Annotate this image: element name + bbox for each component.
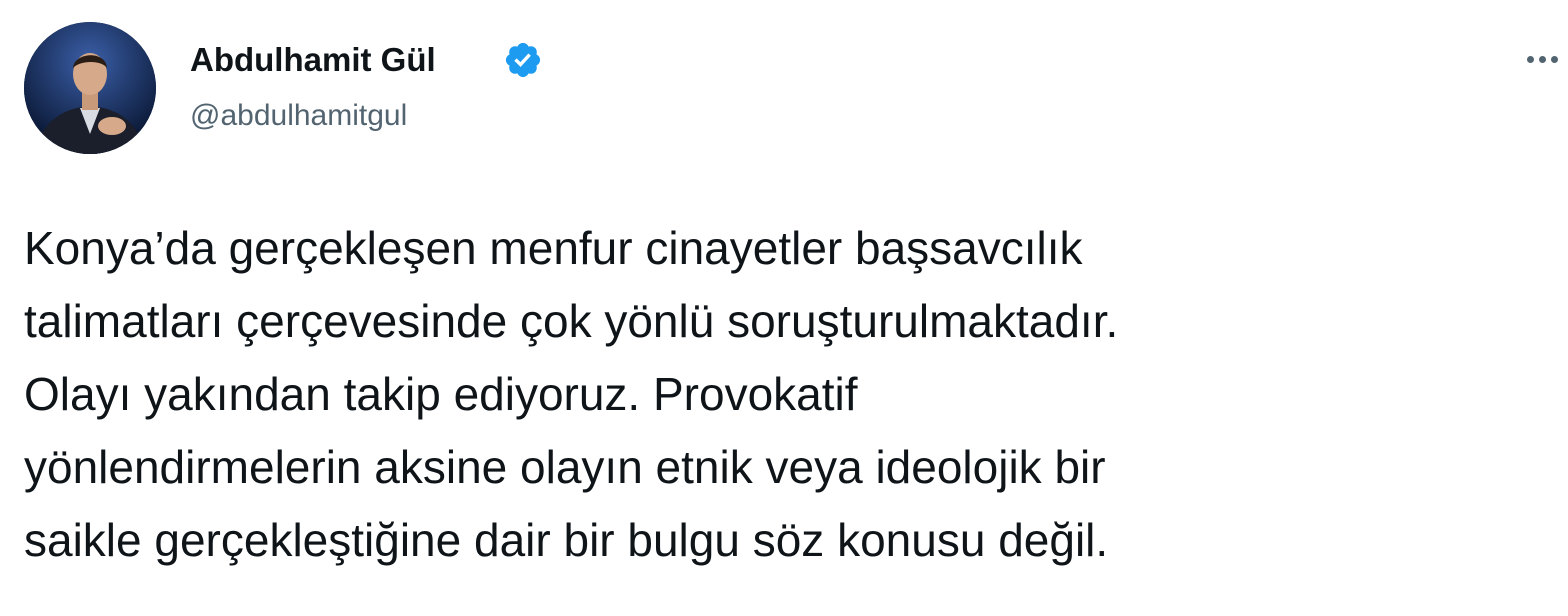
more-options-icon[interactable]	[1520, 42, 1564, 76]
avatar-photo-icon	[24, 22, 156, 154]
verified-badge-icon	[505, 42, 541, 78]
more-dot	[1526, 55, 1534, 63]
tweet-line: talimatları çerçevesinde çok yönlü soruş…	[24, 295, 1119, 347]
author-handle[interactable]: @abdulhamitgul	[190, 96, 407, 136]
tweet-card: Abdulhamit Gül @abdulhamitgul Konya’da g…	[0, 0, 1568, 616]
tweet-line: saikle gerçekleştiğine dair bir bulgu sö…	[24, 514, 1109, 566]
tweet-line: yönlendirmelerin aksine olayın etnik vey…	[24, 441, 1106, 493]
author-name[interactable]: Abdulhamit Gül	[190, 38, 436, 82]
tweet-line: Olayı yakından takip ediyoruz. Provokati…	[24, 368, 858, 420]
author-avatar[interactable]	[24, 22, 156, 154]
tweet-line: Konya’da gerçekleşen menfur cinayetler b…	[24, 222, 1083, 274]
more-dot	[1550, 55, 1558, 63]
tweet-text: Konya’da gerçekleşen menfur cinayetler b…	[24, 212, 1554, 577]
more-dot	[1538, 55, 1546, 63]
